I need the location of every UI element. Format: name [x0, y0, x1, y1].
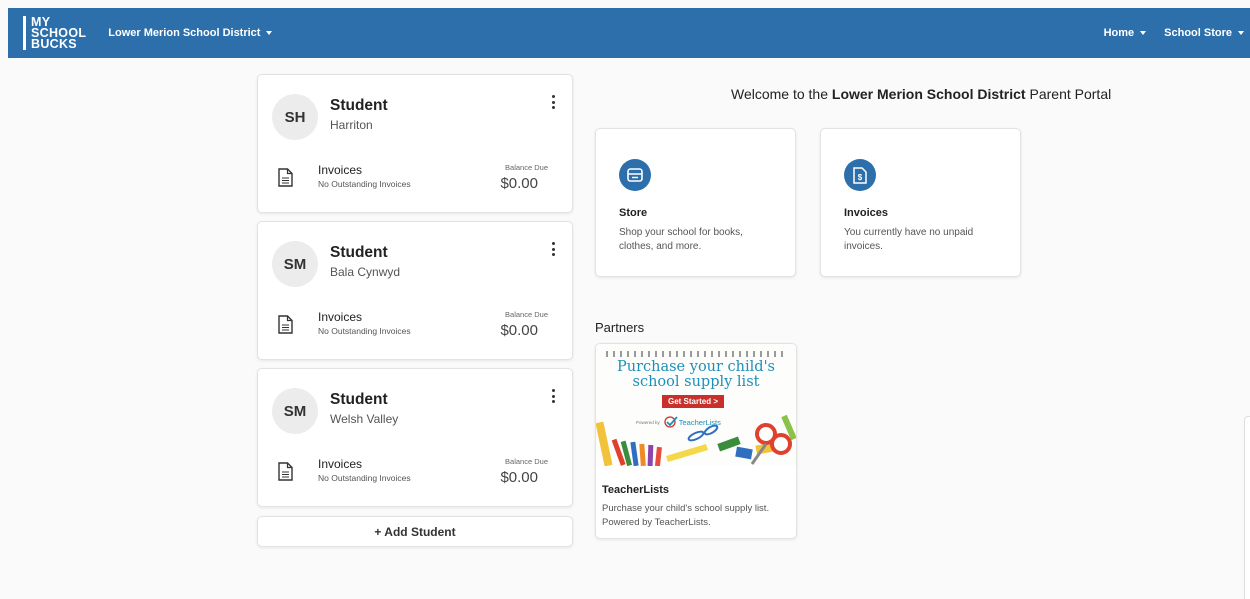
balance-due-label: Balance Due	[505, 163, 548, 172]
document-icon	[278, 462, 293, 481]
nav-school-store-label: School Store	[1164, 27, 1232, 39]
logo-text: MY SCHOOL BUCKS	[31, 15, 86, 51]
logo-line-3: BUCKS	[31, 36, 77, 51]
student-school: Harriton	[330, 118, 373, 132]
balance-due-label: Balance Due	[505, 310, 548, 319]
invoices-status: No Outstanding Invoices	[318, 326, 411, 336]
more-options-icon[interactable]	[548, 240, 558, 258]
district-dropdown[interactable]: Lower Merion School District	[108, 27, 273, 39]
invoices-tile[interactable]: $ Invoices You currently have no unpaid …	[820, 128, 1021, 277]
invoices-status: No Outstanding Invoices	[318, 473, 411, 483]
student-school: Bala Cynwyd	[330, 265, 401, 279]
invoice-icon: $	[844, 159, 876, 191]
tile-description: You currently have no unpaid invoices.	[844, 227, 974, 252]
welcome-prefix: Welcome to the	[731, 86, 832, 102]
school-supplies-illustration	[596, 414, 796, 466]
logo-bar	[23, 16, 26, 50]
student-card[interactable]: SH Student Harriton Invoices No Outstand…	[257, 74, 573, 213]
invoices-label: Invoices	[318, 163, 363, 177]
student-card[interactable]: SM Student Bala Cynwyd Invoices No Outst…	[257, 221, 573, 360]
student-name: Student	[330, 391, 388, 408]
nav-school-store[interactable]: School Store	[1164, 27, 1244, 39]
tile-description: Shop your school for books, clothes, and…	[619, 227, 743, 252]
avatar: SM	[272, 241, 318, 287]
partner-title: TeacherLists	[602, 484, 670, 496]
add-student-button[interactable]: + Add Student	[257, 516, 573, 547]
partner-card-teacherlists[interactable]: Purchase your child's school supply list…	[595, 343, 797, 539]
more-options-icon[interactable]	[548, 93, 558, 111]
document-icon	[278, 315, 293, 334]
partner-description: Purchase your child's school supply list…	[602, 503, 770, 528]
myschoolbucks-logo[interactable]: MY SCHOOL BUCKS	[23, 15, 86, 51]
store-tile[interactable]: Store Shop your school for books, clothe…	[595, 128, 796, 277]
avatar: SH	[272, 94, 318, 140]
welcome-heading: Welcome to the Lower Merion School Distr…	[731, 86, 1111, 102]
welcome-suffix: Parent Portal	[1025, 86, 1112, 102]
student-card[interactable]: SM Student Welsh Valley Invoices No Outs…	[257, 368, 573, 507]
chevron-down-icon	[1140, 31, 1147, 35]
invoices-label: Invoices	[318, 457, 363, 471]
document-icon	[278, 168, 293, 187]
student-name: Student	[330, 244, 388, 261]
student-school: Welsh Valley	[330, 412, 399, 426]
more-options-icon[interactable]	[548, 387, 558, 405]
avatar: SM	[272, 388, 318, 434]
tile-title: Invoices	[844, 207, 889, 219]
student-name: Student	[330, 97, 388, 114]
partners-heading: Partners	[595, 320, 645, 335]
balance-due-value: $0.00	[500, 469, 538, 486]
nav-home-label: Home	[1103, 27, 1135, 39]
balance-due-value: $0.00	[500, 175, 538, 192]
nav-home[interactable]: Home	[1104, 27, 1147, 39]
store-icon	[619, 159, 651, 191]
nav-right: Home School Store	[1086, 27, 1250, 39]
side-panel-edge[interactable]	[1244, 416, 1250, 599]
chevron-down-icon	[1238, 31, 1244, 35]
district-label: Lower Merion School District	[108, 27, 261, 39]
invoices-status: No Outstanding Invoices	[318, 179, 411, 189]
tile-title: Store	[619, 207, 648, 219]
chevron-down-icon	[266, 31, 273, 35]
top-navbar: MY SCHOOL BUCKS Lower Merion School Dist…	[8, 8, 1250, 58]
welcome-district: Lower Merion School District	[831, 86, 1026, 102]
svg-text:$: $	[858, 173, 863, 182]
balance-due-label: Balance Due	[505, 457, 548, 466]
invoices-label: Invoices	[318, 310, 363, 324]
balance-due-value: $0.00	[500, 322, 538, 339]
partner-banner[interactable]: Purchase your child's school supply list…	[596, 344, 796, 466]
